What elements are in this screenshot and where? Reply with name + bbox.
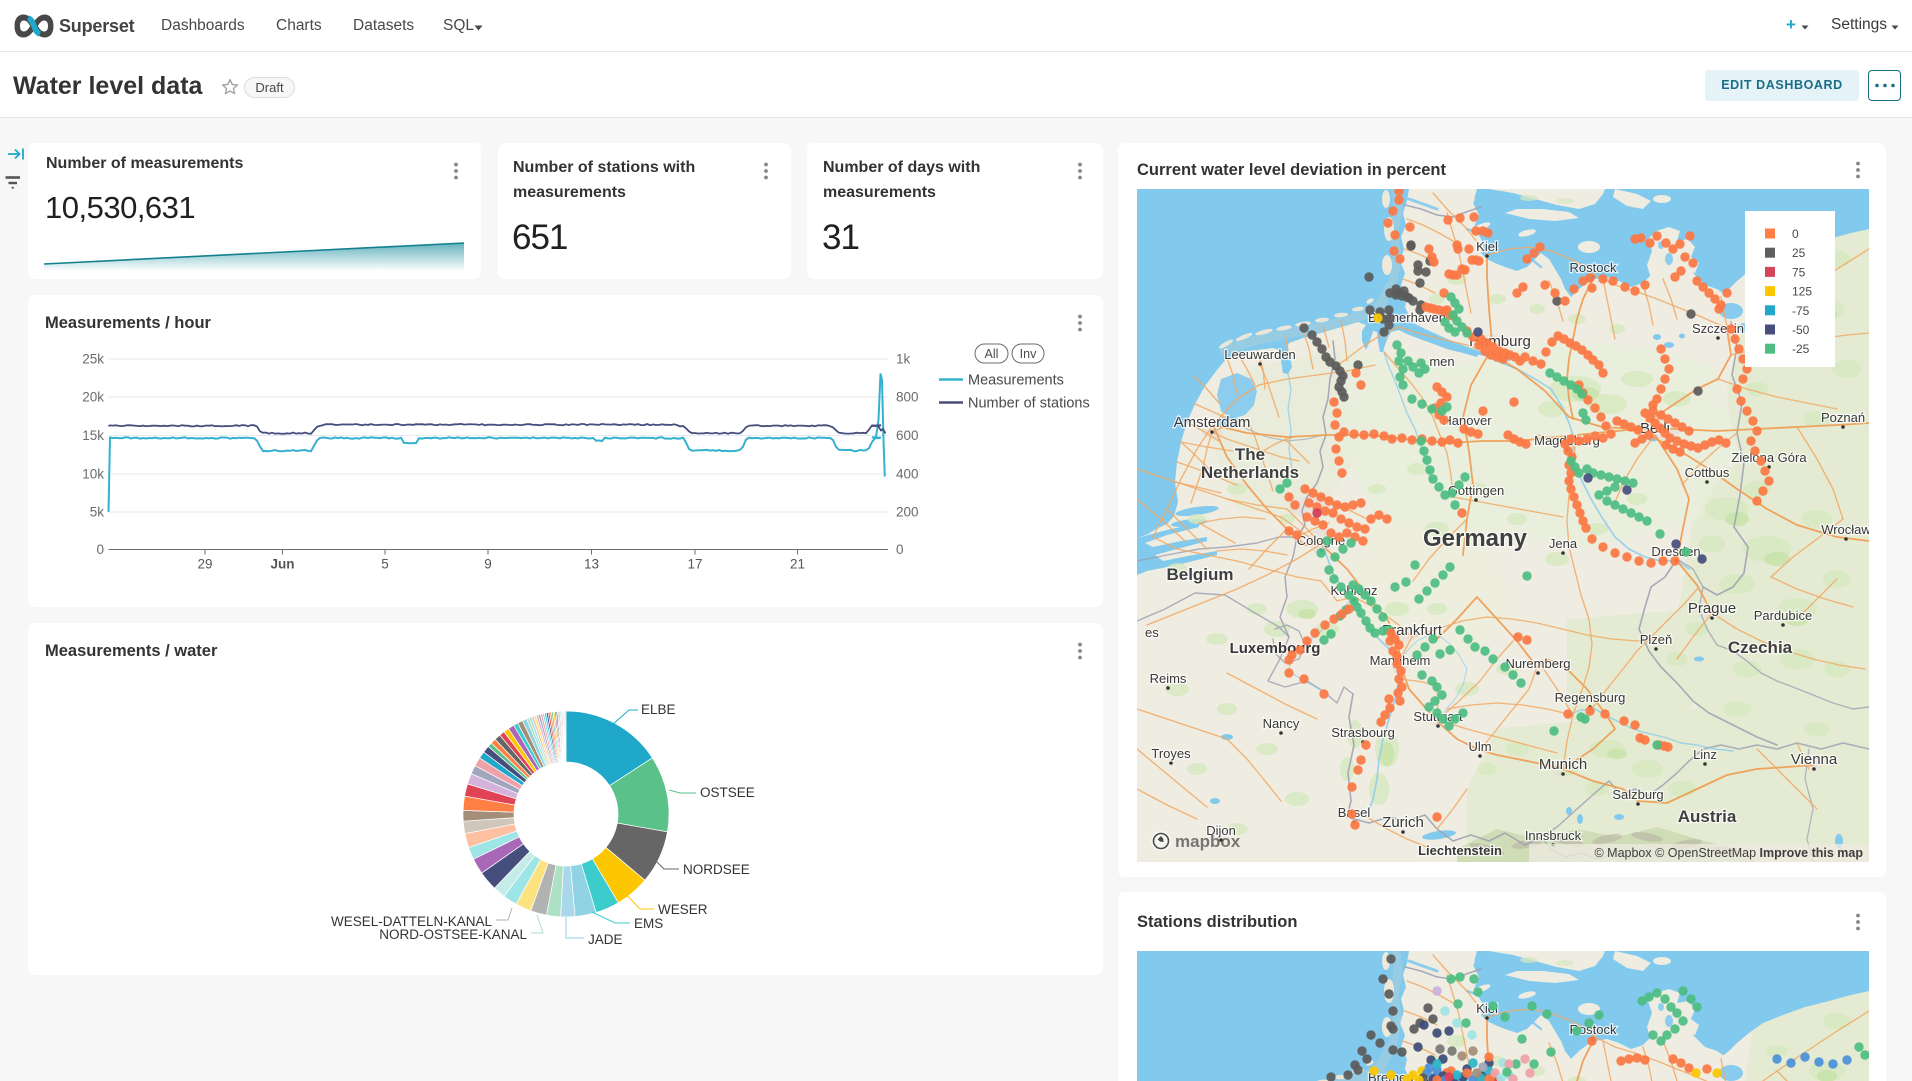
svg-text:Kiel: Kiel bbox=[1476, 239, 1498, 254]
svg-text:20k: 20k bbox=[82, 390, 104, 405]
svg-text:Nuremberg: Nuremberg bbox=[1505, 656, 1570, 671]
svg-text:0: 0 bbox=[1792, 227, 1799, 241]
svg-text:Szczecin: Szczecin bbox=[1692, 321, 1744, 336]
svg-text:Ulm: Ulm bbox=[1468, 739, 1491, 754]
svg-text:es: es bbox=[1145, 625, 1159, 640]
svg-text:5k: 5k bbox=[90, 505, 105, 520]
svg-text:Troyes: Troyes bbox=[1151, 746, 1191, 761]
svg-text:17: 17 bbox=[687, 557, 702, 572]
svg-text:75: 75 bbox=[1792, 265, 1806, 279]
svg-text:Leeuwarden: Leeuwarden bbox=[1224, 347, 1296, 362]
svg-text:Germany: Germany bbox=[1423, 525, 1528, 552]
svg-text:Innsbruck: Innsbruck bbox=[1525, 828, 1582, 843]
svg-text:Rostock: Rostock bbox=[1570, 260, 1617, 275]
svg-text:-50: -50 bbox=[1792, 323, 1810, 337]
svg-text:WESER: WESER bbox=[658, 902, 708, 917]
svg-text:9: 9 bbox=[484, 557, 492, 572]
svg-text:25k: 25k bbox=[82, 352, 104, 367]
svg-text:-75: -75 bbox=[1792, 304, 1810, 318]
svg-text:0: 0 bbox=[96, 542, 104, 557]
svg-text:JADE: JADE bbox=[588, 932, 623, 947]
svg-text:0: 0 bbox=[896, 542, 904, 557]
svg-text:All: All bbox=[985, 347, 999, 361]
svg-text:Belgium: Belgium bbox=[1166, 565, 1233, 584]
svg-text:Linz: Linz bbox=[1693, 747, 1717, 762]
svg-text:Measurements: Measurements bbox=[968, 373, 1064, 389]
svg-text:15k: 15k bbox=[82, 428, 104, 443]
svg-text:Liechtenstein: Liechtenstein bbox=[1418, 843, 1502, 858]
svg-text:men: men bbox=[1429, 354, 1454, 369]
svg-text:WESEL-DATTELN-KANAL: WESEL-DATTELN-KANAL bbox=[331, 914, 493, 929]
svg-text:mapbox: mapbox bbox=[1175, 832, 1241, 851]
svg-text:29: 29 bbox=[197, 557, 212, 572]
svg-text:Munich: Munich bbox=[1539, 756, 1587, 773]
svg-text:Wrocław: Wrocław bbox=[1821, 522, 1869, 537]
svg-text:Reims: Reims bbox=[1150, 671, 1187, 686]
svg-text:Nancy: Nancy bbox=[1263, 716, 1300, 731]
svg-text:-25: -25 bbox=[1792, 342, 1810, 356]
svg-text:125: 125 bbox=[1792, 285, 1812, 299]
svg-text:Pardubice: Pardubice bbox=[1754, 608, 1813, 623]
svg-text:Plzeň: Plzeň bbox=[1640, 632, 1673, 647]
svg-text:200: 200 bbox=[896, 505, 919, 520]
svg-text:Strasbourg: Strasbourg bbox=[1331, 725, 1395, 740]
svg-text:Austria: Austria bbox=[1678, 807, 1737, 826]
svg-text:Amsterdam: Amsterdam bbox=[1174, 414, 1251, 431]
svg-text:1k: 1k bbox=[896, 352, 911, 367]
svg-text:600: 600 bbox=[896, 428, 919, 443]
svg-text:Salzburg: Salzburg bbox=[1612, 787, 1663, 802]
svg-text:NORDSEE: NORDSEE bbox=[683, 862, 750, 877]
svg-text:5: 5 bbox=[381, 557, 389, 572]
svg-text:21: 21 bbox=[790, 557, 805, 572]
svg-text:The: The bbox=[1235, 445, 1265, 464]
svg-text:Jena: Jena bbox=[1549, 536, 1578, 551]
svg-text:Zurich: Zurich bbox=[1382, 814, 1424, 831]
svg-text:400: 400 bbox=[896, 467, 919, 482]
svg-text:25: 25 bbox=[1792, 246, 1806, 260]
svg-text:Prague: Prague bbox=[1688, 600, 1736, 617]
svg-text:© Mapbox © OpenStreetMap Impr: © Mapbox © OpenStreetMap Improve this ma… bbox=[1594, 846, 1863, 860]
svg-text:Inv: Inv bbox=[1020, 347, 1037, 361]
svg-text:EMS: EMS bbox=[634, 916, 663, 931]
svg-text:NORD-OSTSEE-KANAL: NORD-OSTSEE-KANAL bbox=[379, 927, 527, 942]
svg-text:Number of stations: Number of stations bbox=[968, 396, 1090, 412]
svg-text:Cottbus: Cottbus bbox=[1685, 465, 1730, 480]
svg-text:OSTSEE: OSTSEE bbox=[700, 785, 755, 800]
svg-text:Zielona Góra: Zielona Góra bbox=[1731, 450, 1807, 465]
svg-text:10k: 10k bbox=[82, 467, 104, 482]
svg-text:Poznań: Poznań bbox=[1821, 410, 1865, 425]
svg-text:Vienna: Vienna bbox=[1791, 751, 1838, 768]
svg-text:Regensburg: Regensburg bbox=[1555, 690, 1626, 705]
svg-text:Czechia: Czechia bbox=[1728, 638, 1793, 657]
svg-text:ELBE: ELBE bbox=[641, 702, 676, 717]
svg-text:Jun: Jun bbox=[270, 557, 294, 572]
svg-text:13: 13 bbox=[584, 557, 599, 572]
svg-text:800: 800 bbox=[896, 390, 919, 405]
